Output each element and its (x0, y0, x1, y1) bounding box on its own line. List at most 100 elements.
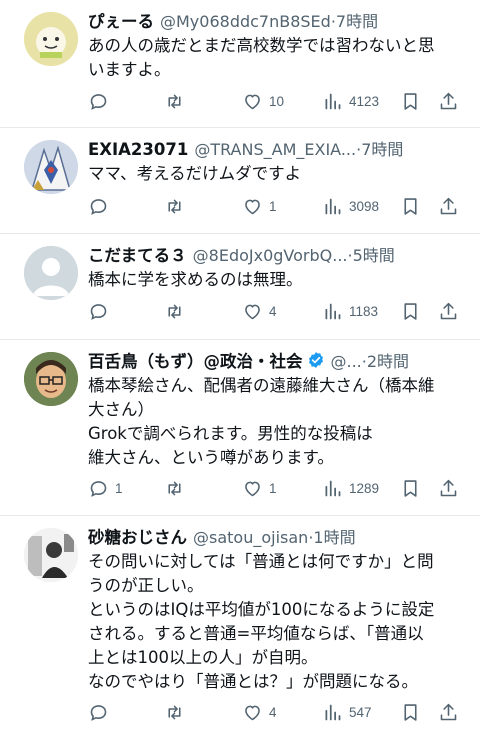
heart-icon (245, 481, 260, 496)
reply-button[interactable] (88, 702, 115, 723)
post[interactable]: こだまてる３ @8EdoJx0gVorbQ... · 5時間 橋本に学を求めるの… (0, 234, 480, 340)
post-text-line: なのでやはり「普通とは？」が問題になる。 (88, 672, 418, 691)
views-icon (325, 93, 341, 109)
views-count: 1183 (349, 303, 379, 319)
reply-icon (90, 198, 107, 215)
post-text-line: いますよ。 (88, 60, 171, 79)
reply-button[interactable] (88, 91, 115, 112)
post-text-line: 維大さん、という噂があります。 (88, 448, 334, 467)
like-button[interactable]: 1 (242, 478, 277, 499)
post-text-line: というのはIQは平均値が100になるように設定 (88, 600, 435, 619)
default-avatar-icon (24, 246, 78, 300)
bookmark-button[interactable] (400, 301, 421, 322)
bookmark-icon (404, 302, 417, 320)
post-text-line: 橋本に学を求めるのは無理。 (88, 270, 303, 289)
like-count: 4 (269, 704, 277, 720)
post-text-line: ママ、考えるだけムダですよ (88, 164, 302, 183)
avatar[interactable] (24, 12, 78, 66)
bookmark-icon (404, 479, 417, 497)
avatar[interactable] (24, 528, 78, 582)
like-count: 1 (269, 198, 277, 214)
author-handle[interactable]: @My068ddc7nB8SEd (160, 12, 331, 31)
views-icon (325, 303, 341, 319)
author-name[interactable]: EXIA23071 (88, 140, 188, 159)
views-count: 547 (349, 704, 372, 720)
post-time[interactable]: 2時間 (367, 348, 409, 372)
views-icon (325, 480, 341, 496)
like-count: 10 (269, 93, 285, 109)
repost-icon (168, 705, 181, 719)
heart-icon (245, 705, 260, 720)
like-button[interactable]: 10 (242, 91, 284, 112)
avatar[interactable] (24, 140, 78, 194)
reply-count: 1 (115, 480, 123, 496)
bookmark-icon (404, 197, 417, 215)
post-text: ママ、考えるだけムダですよ (88, 162, 466, 186)
views-button[interactable]: 4123 (322, 91, 379, 112)
views-button[interactable]: 1289 (322, 478, 379, 499)
author-handle[interactable]: @... (331, 352, 362, 371)
author-name[interactable]: ぴぇーる (88, 8, 154, 32)
reply-icon (90, 93, 107, 110)
repost-button[interactable] (164, 301, 191, 322)
repost-button[interactable] (164, 478, 191, 499)
heart-icon (245, 304, 260, 319)
views-count: 3098 (349, 198, 380, 214)
author-name[interactable]: 百舌鳥（もず）@政治・社会 (88, 348, 303, 372)
like-button[interactable]: 4 (242, 702, 277, 723)
reply-button[interactable] (88, 196, 115, 217)
post-text: 橋本琴絵さん、配偶者の遠藤維大さん（橋本維 大さん） Grokで調べられます。男… (88, 374, 466, 470)
repost-button[interactable] (164, 702, 191, 723)
repost-icon (168, 304, 181, 318)
share-button[interactable] (438, 91, 459, 112)
action-bar: 1 3098 (88, 194, 460, 218)
bookmark-button[interactable] (400, 91, 421, 112)
post-time[interactable]: 7時間 (336, 8, 378, 32)
like-button[interactable]: 4 (242, 301, 277, 322)
post-text: 橋本に学を求めるのは無理。 (88, 268, 466, 292)
author-name[interactable]: 砂糖おじさん (88, 524, 187, 548)
avatar[interactable] (24, 352, 78, 406)
post-time[interactable]: 5時間 (353, 242, 395, 266)
like-button[interactable]: 1 (242, 196, 277, 217)
share-icon (440, 197, 457, 214)
post[interactable]: 百舌鳥（もず）@政治・社会 @... · 2時間 橋本琴絵さん、配偶者の遠藤維大… (0, 340, 480, 516)
post-text-line: うのが正しい。 (88, 576, 204, 595)
share-button[interactable] (438, 478, 459, 499)
action-bar: 4 1183 (88, 299, 460, 323)
views-button[interactable]: 3098 (322, 196, 379, 217)
views-count: 4123 (349, 93, 380, 109)
share-button[interactable] (438, 301, 459, 322)
repost-icon (168, 199, 181, 213)
action-bar: 10 4123 (88, 89, 460, 113)
post[interactable]: 砂糖おじさん @satou_ojisan · 1時間 その問いに対しては「普通と… (0, 516, 480, 734)
post-text-line: 上とは100以上の人」が自明。 (88, 648, 318, 667)
bookmark-button[interactable] (400, 478, 421, 499)
post-text-line: 大さん） (88, 400, 154, 419)
post[interactable]: EXIA23071 @TRANS_AM_EXIA... · 7時間 ママ、考える… (0, 128, 480, 234)
author-handle[interactable]: @8EdoJx0gVorbQ... (193, 246, 348, 265)
repost-icon (168, 94, 181, 108)
reply-button[interactable]: 1 (88, 478, 123, 499)
author-handle[interactable]: @satou_ojisan (193, 528, 308, 547)
author-name[interactable]: こだまてる３ (88, 242, 187, 266)
avatar[interactable] (24, 246, 78, 300)
bookmark-icon (404, 703, 417, 721)
author-handle[interactable]: @TRANS_AM_EXIA... (194, 140, 356, 159)
reply-button[interactable] (88, 301, 115, 322)
post[interactable]: ぴぇーる @My068ddc7nB8SEd · 7時間 あの人の歳だとまだ高校数… (0, 0, 480, 128)
share-button[interactable] (438, 196, 459, 217)
share-button[interactable] (438, 702, 459, 723)
views-button[interactable]: 1183 (322, 301, 378, 322)
post-time[interactable]: 1時間 (313, 524, 355, 548)
share-icon (440, 92, 457, 109)
repost-button[interactable] (164, 91, 191, 112)
post-time[interactable]: 7時間 (361, 136, 403, 160)
repost-button[interactable] (164, 196, 191, 217)
views-button[interactable]: 547 (322, 702, 372, 723)
verified-badge-icon[interactable] (307, 351, 325, 369)
heart-icon (245, 199, 260, 214)
bookmark-button[interactable] (400, 196, 421, 217)
post-text: その問いに対しては「普通とは何ですか」と問 うのが正しい。 というのはIQは平均… (88, 550, 466, 694)
bookmark-button[interactable] (400, 702, 421, 723)
